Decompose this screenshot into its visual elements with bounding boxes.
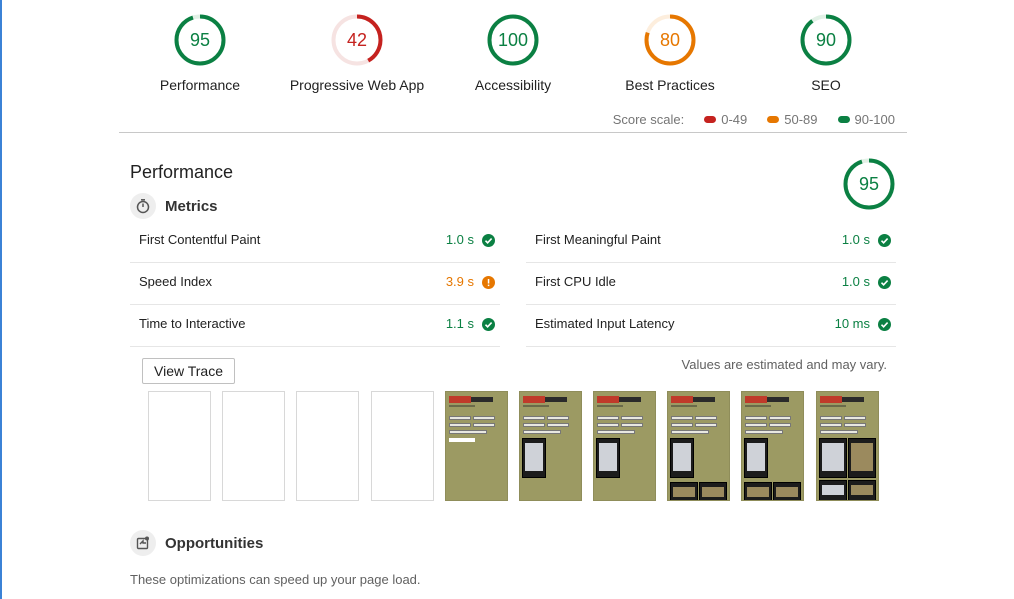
scale-pill (704, 116, 717, 123)
card-thumbnail (744, 482, 772, 500)
pass-check-icon (482, 318, 495, 331)
gauge-label: Performance (159, 77, 241, 93)
estimate-note: Values are estimated and may vary. (681, 357, 887, 372)
filmstrip-frame (148, 391, 211, 501)
performance-score: 95 (858, 174, 880, 194)
gauge-best-practices[interactable]: 80 Best Practices (595, 14, 745, 93)
card-thumbnail (699, 482, 727, 500)
metric-name: First Contentful Paint (139, 232, 261, 247)
opportunities-description: These optimizations can speed up your pa… (130, 572, 421, 587)
metric-value: 1.0 s (445, 232, 474, 247)
gauge-accessibility[interactable]: 100 Accessibility (438, 14, 588, 93)
gauge-label: SEO (811, 77, 841, 93)
gauge-label: Accessibility (474, 77, 552, 93)
metric-first-cpu-idle: First CPU Idle 1.0 s (526, 262, 896, 305)
gauge-score: 90 (815, 30, 837, 50)
metrics-heading-text: Metrics (165, 197, 218, 215)
gauge-label: Best Practices (625, 77, 715, 93)
pass-check-icon (878, 318, 891, 331)
frame-header (745, 396, 799, 410)
frame-header (671, 396, 725, 410)
gauge-label: Progressive Web App (289, 77, 425, 93)
metric-name: First CPU Idle (535, 274, 616, 289)
card-thumbnail (848, 480, 876, 500)
scale-pill (767, 116, 780, 123)
filmstrip-frame (667, 391, 730, 501)
metric-time-to-interactive: Time to Interactive 1.1 s (130, 304, 500, 347)
card-thumbnail (773, 482, 801, 500)
metric-estimated-input-latency: Estimated Input Latency 10 ms (526, 304, 896, 347)
opportunities-heading-text: Opportunities (165, 534, 264, 552)
metrics-heading: Metrics (130, 193, 218, 219)
metric-name: Time to Interactive (139, 316, 246, 331)
scale-range-text: 0-49 (721, 112, 748, 127)
performance-score-gauge: 95 (843, 158, 895, 210)
section-title-performance: Performance (130, 162, 234, 182)
filmstrip-frame (371, 391, 434, 501)
card-thumbnail (819, 438, 847, 478)
score-scale-label: Score scale: (612, 112, 685, 127)
metric-name: Estimated Input Latency (535, 316, 675, 331)
stopwatch-icon (130, 193, 156, 219)
scale-range-text: 90-100 (854, 112, 895, 127)
gauge-score: 42 (346, 30, 368, 50)
gauge-performance[interactable]: 95 Performance (125, 14, 275, 93)
scale-range-fail: 0-49 (704, 112, 747, 127)
card-thumbnail (819, 480, 847, 500)
metric-name: First Meaningful Paint (535, 232, 661, 247)
pass-check-icon (878, 234, 891, 247)
gauge-score: 95 (189, 30, 211, 50)
scale-range-pass: 90-100 (837, 112, 895, 127)
metric-value: 1.0 s (841, 232, 870, 247)
frame-header (820, 396, 874, 410)
filmstrip-frame (445, 391, 508, 501)
filmstrip-frame (593, 391, 656, 501)
filmstrip-frame (222, 391, 285, 501)
gauge-pwa[interactable]: 42 Progressive Web App (282, 14, 432, 93)
metric-first-meaningful-paint: First Meaningful Paint 1.0 s (526, 220, 896, 263)
gauge-score: 100 (497, 30, 529, 50)
frame-header (449, 396, 503, 410)
metric-first-contentful-paint: First Contentful Paint 1.0 s (130, 220, 500, 263)
gauge-seo[interactable]: 90 SEO (751, 14, 901, 93)
warning-info-icon (482, 276, 495, 289)
card-thumbnail (596, 438, 620, 478)
opportunity-icon (130, 530, 156, 556)
metric-value: 1.1 s (445, 316, 474, 331)
pass-check-icon (878, 276, 891, 289)
metric-value: 1.0 s (841, 274, 870, 289)
card-thumbnail (522, 438, 546, 478)
gauge-score: 80 (659, 30, 681, 50)
metric-value: 3.9 s (445, 274, 474, 289)
filmstrip-frame (296, 391, 359, 501)
metric-name: Speed Index (139, 274, 213, 289)
scale-range-average: 50-89 (767, 112, 818, 127)
filmstrip-frame (816, 391, 879, 501)
metric-speed-index: Speed Index 3.9 s (130, 262, 500, 305)
card-thumbnail (670, 438, 694, 478)
header-divider (119, 132, 907, 133)
score-scale: Score scale: 0-49 50-89 90-100 (613, 112, 895, 127)
opportunities-heading: Opportunities (130, 530, 263, 556)
filmstrip-frame (519, 391, 582, 501)
frame-header (597, 396, 651, 410)
scale-range-text: 50-89 (784, 112, 818, 127)
scale-pill (837, 116, 850, 123)
view-trace-button[interactable]: View Trace (142, 358, 235, 384)
card-thumbnail (744, 438, 768, 478)
frame-header (523, 396, 577, 410)
card-thumbnail (848, 438, 876, 478)
pass-check-icon (482, 234, 495, 247)
metric-value: 10 ms (834, 316, 870, 331)
filmstrip-frame (741, 391, 804, 501)
card-thumbnail (670, 482, 698, 500)
window-edge (0, 0, 2, 599)
